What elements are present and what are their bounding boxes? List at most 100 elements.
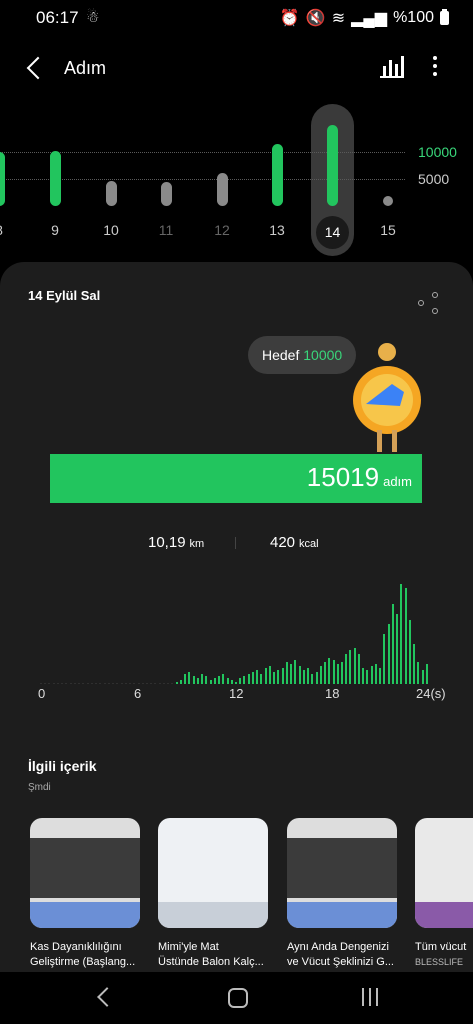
day-bar-12[interactable]	[217, 172, 228, 206]
hourly-bar	[175, 682, 178, 684]
hourly-empty-mark	[82, 683, 85, 684]
caption-line: BLESSLIFE	[415, 957, 464, 967]
day-label-9[interactable]: 9	[40, 222, 70, 238]
day-label-12[interactable]: 12	[207, 222, 237, 238]
selected-day-number[interactable]: 14	[316, 216, 349, 249]
related-content-subtitle: Şmdi	[28, 782, 51, 793]
hourly-bar	[417, 662, 420, 684]
trends-chart-icon[interactable]	[380, 54, 404, 78]
hourly-bar	[349, 650, 352, 684]
hourly-bar	[230, 680, 233, 684]
hourly-bar	[370, 666, 373, 684]
day-label-13[interactable]: 13	[262, 222, 292, 238]
goal-gridline	[0, 152, 405, 153]
hourly-bar	[421, 670, 424, 684]
day-bar-14[interactable]	[327, 124, 338, 206]
hourly-bar	[184, 674, 187, 684]
hourly-empty-mark	[95, 683, 98, 684]
hourly-bar	[264, 668, 267, 684]
hourly-tick-label: 6	[134, 686, 142, 701]
day-label-8[interactable]: 8	[0, 222, 14, 238]
hourly-bar	[362, 668, 365, 684]
day-label-11[interactable]: 11	[151, 222, 181, 238]
hourly-empty-mark	[103, 683, 106, 684]
hourly-bar	[408, 620, 411, 684]
caption-line: Geliştirme (Başlang...	[30, 956, 136, 968]
hourly-bar	[260, 674, 263, 684]
related-item-4-caption[interactable]: Tüm vücut BLESSLIFE	[415, 940, 473, 970]
day-bar-11[interactable]	[161, 181, 172, 206]
related-item-3-caption[interactable]: Aynı Anda Dengenizi ve Vücut Şeklinizi G…	[287, 940, 402, 970]
hourly-bar	[273, 672, 276, 684]
signal-icon: ▂▄▆	[351, 10, 388, 27]
hourly-bar	[396, 614, 399, 684]
related-item-1-caption[interactable]: Kas Dayanıklılığını Geliştirme (Başlang.…	[30, 940, 145, 970]
wifi-icon: ≋	[331, 10, 346, 27]
metric-divider	[235, 537, 236, 549]
hourly-empty-mark	[107, 683, 110, 684]
related-item-4-thumbnail[interactable]	[415, 818, 473, 928]
goal-value: 10000	[303, 347, 343, 363]
day-label-10[interactable]: 10	[96, 222, 126, 238]
related-content-title: İlgili içerik	[28, 758, 97, 774]
hourly-empty-mark	[90, 683, 93, 684]
hourly-bar	[192, 676, 195, 684]
hourly-bar	[290, 664, 293, 684]
goal-bubble: Hedef 10000	[248, 336, 357, 374]
hourly-bar	[213, 678, 216, 684]
hourly-empty-mark	[69, 683, 72, 684]
status-time: 06:17	[36, 8, 79, 27]
hourly-bar	[201, 674, 204, 684]
distance: 10,19 km	[148, 534, 204, 551]
day-bar-13[interactable]	[272, 143, 283, 206]
hourly-bar	[298, 666, 301, 684]
steps-count: 15019 adım	[307, 462, 412, 493]
day-detail-card: 14 Eylül Sal Hedef 10000 15019 adım 10,19…	[0, 262, 473, 992]
hourly-bar	[218, 676, 221, 684]
notification-icon: ☃	[86, 9, 100, 26]
day-bar-15[interactable]	[383, 196, 393, 206]
hourly-bar	[281, 668, 284, 684]
day-bar-9[interactable]	[50, 150, 61, 206]
day-bar-10[interactable]	[106, 180, 117, 206]
hourly-bar	[277, 670, 280, 684]
hourly-empty-mark	[145, 683, 148, 684]
page-title: Adım	[64, 58, 107, 78]
nav-recents-icon[interactable]	[360, 988, 380, 1008]
hourly-bar	[196, 678, 199, 684]
share-icon[interactable]	[418, 292, 440, 314]
hourly-bar	[315, 672, 318, 684]
back-button[interactable]	[22, 54, 52, 84]
hourly-bar	[332, 660, 335, 684]
steps-progress-bar: 15019 adım	[50, 454, 422, 503]
hourly-empty-mark	[56, 683, 59, 684]
day-bar-8[interactable]	[0, 152, 5, 206]
day-label-15[interactable]: 15	[373, 222, 403, 238]
hourly-empty-mark	[154, 683, 157, 684]
hourly-empty-mark	[133, 683, 136, 684]
related-item-2-thumbnail[interactable]	[158, 818, 268, 928]
hourly-bar	[328, 658, 331, 684]
nav-home-icon[interactable]	[228, 988, 248, 1008]
hourly-bar	[251, 672, 254, 684]
axis-label-5000: 5000	[418, 171, 450, 187]
hourly-empty-mark	[120, 683, 123, 684]
hourly-empty-mark	[129, 683, 132, 684]
hourly-empty-mark	[167, 683, 170, 684]
caption-line: Kas Dayanıklılığını	[30, 941, 122, 953]
hourly-tick-label: 0	[38, 686, 46, 701]
related-item-2-caption[interactable]: Mimi'yle Mat Üstünde Balon Kalç...	[158, 940, 273, 970]
hourly-empty-mark	[141, 683, 144, 684]
more-options-icon[interactable]	[430, 54, 440, 78]
hourly-empty-mark	[124, 683, 127, 684]
hourly-empty-mark	[40, 683, 42, 684]
hourly-tick-label: 12	[229, 686, 244, 701]
hourly-bar	[319, 666, 322, 684]
hourly-bar	[247, 674, 250, 684]
nav-back-icon[interactable]	[97, 987, 117, 1007]
hourly-empty-mark	[116, 683, 119, 684]
related-item-1-thumbnail[interactable]	[30, 818, 140, 928]
related-item-3-thumbnail[interactable]	[287, 818, 397, 928]
hourly-empty-mark	[61, 683, 64, 684]
hourly-bar	[209, 680, 212, 684]
